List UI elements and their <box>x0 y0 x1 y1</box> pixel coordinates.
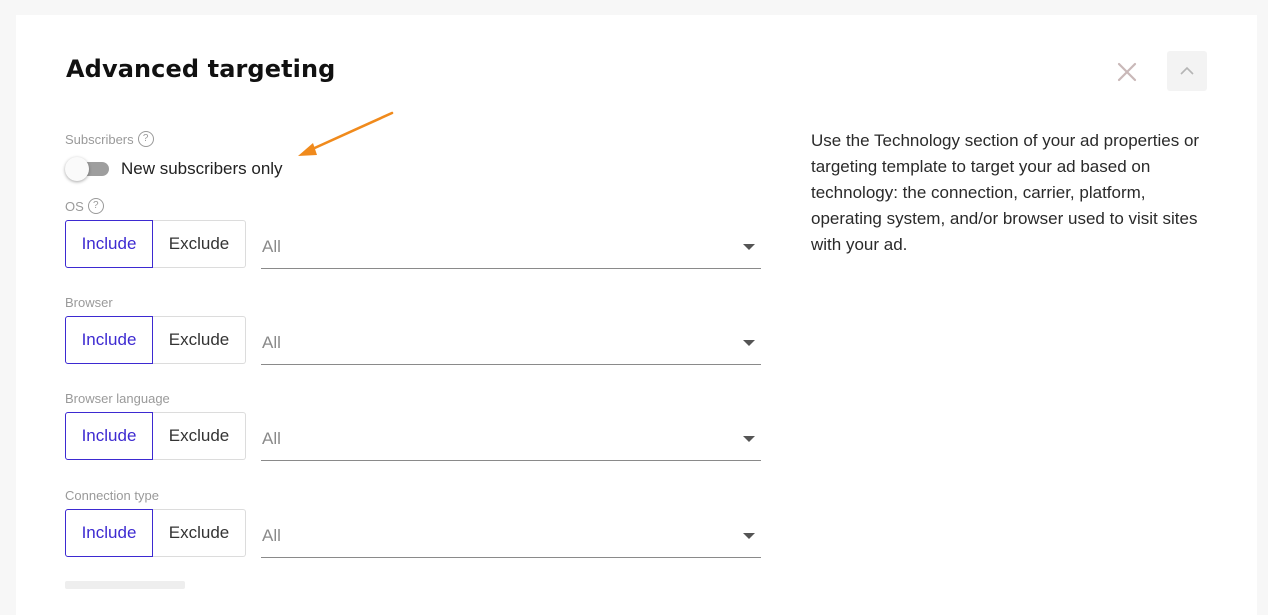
browser-language-label: Browser language <box>65 391 170 406</box>
connection-type-include-exclude-toggle: Include Exclude <box>65 509 246 557</box>
info-description: Use the Technology section of your ad pr… <box>811 131 1200 254</box>
browser-language-label-row: Browser language <box>65 391 170 406</box>
browser-select-value: All <box>262 333 281 352</box>
browser-language-include-exclude-toggle: Include Exclude <box>65 412 246 460</box>
browser-label-row: Browser <box>65 295 113 310</box>
browser-language-include-button[interactable]: Include <box>65 412 153 460</box>
collapse-button[interactable] <box>1167 51 1207 91</box>
toggle-label: New subscribers only <box>121 159 283 178</box>
annotation-arrow-icon <box>298 111 394 156</box>
toggle-knob <box>65 157 89 181</box>
os-label-row: OS ? <box>65 198 104 214</box>
os-select[interactable]: All <box>261 222 761 269</box>
help-icon[interactable]: ? <box>87 198 104 214</box>
connection-type-label: Connection type <box>65 488 159 503</box>
browser-include-exclude-toggle: Include Exclude <box>65 316 246 364</box>
connection-type-label-row: Connection type <box>65 488 159 503</box>
dropdown-caret-icon <box>743 340 755 346</box>
connection-type-exclude-button[interactable]: Exclude <box>153 509 246 557</box>
browser-language-exclude-button[interactable]: Exclude <box>153 412 246 460</box>
os-label: OS <box>65 198 84 214</box>
advanced-targeting-panel: Advanced targeting Subscribers ? New sub… <box>16 15 1257 615</box>
browser-exclude-button[interactable]: Exclude <box>153 316 246 364</box>
connection-type-select-value: All <box>262 526 281 545</box>
browser-language-select[interactable]: All <box>261 414 761 461</box>
help-icon[interactable]: ? <box>137 131 154 147</box>
os-include-exclude-toggle: Include Exclude <box>65 220 246 268</box>
new-subscribers-toggle[interactable] <box>65 156 111 182</box>
os-include-button[interactable]: Include <box>65 220 153 268</box>
close-icon <box>1117 62 1137 82</box>
dropdown-caret-icon <box>743 244 755 250</box>
new-subscribers-toggle-row: New subscribers only <box>65 156 283 182</box>
connection-type-include-button[interactable]: Include <box>65 509 153 557</box>
connection-type-select[interactable]: All <box>261 511 761 558</box>
subscribers-label-row: Subscribers ? <box>65 131 154 147</box>
subscribers-label: Subscribers <box>65 131 134 147</box>
browser-language-select-value: All <box>262 429 281 448</box>
browser-select[interactable]: All <box>261 318 761 365</box>
chevron-up-icon <box>1180 66 1194 75</box>
close-button[interactable] <box>1114 59 1140 85</box>
os-select-value: All <box>262 237 281 256</box>
dropdown-caret-icon <box>743 533 755 539</box>
browser-include-button[interactable]: Include <box>65 316 153 364</box>
os-exclude-button[interactable]: Exclude <box>153 220 246 268</box>
dropdown-caret-icon <box>743 436 755 442</box>
panel-title: Advanced targeting <box>66 55 336 83</box>
browser-label: Browser <box>65 295 113 310</box>
